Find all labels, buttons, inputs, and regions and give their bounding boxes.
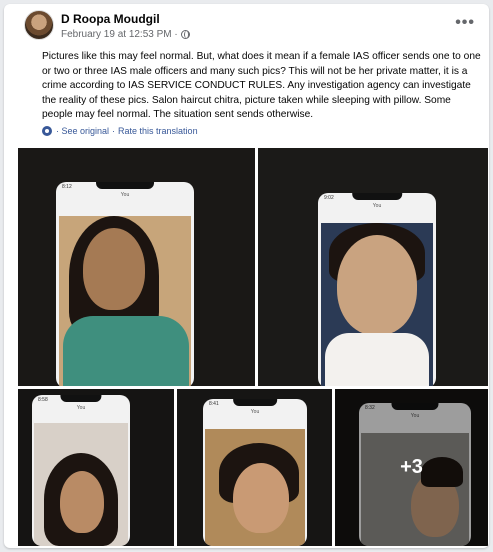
phone-screen: 8:12 You: [56, 182, 194, 386]
photo-scene: [321, 223, 433, 386]
photo-grid: 8:12 You 9:02 You 8:58 You 8:41 You 8:32…: [18, 148, 488, 546]
chat-title: You: [120, 192, 130, 198]
post-text: Pictures like this may feel normal. But,…: [42, 51, 481, 120]
face: [233, 463, 289, 533]
post-card: D Roopa Moudgil February 19 at 12:53 PM …: [4, 4, 489, 548]
face: [60, 471, 104, 533]
phone-time: 8:41: [209, 401, 219, 407]
gear-icon: [42, 126, 52, 136]
phone-time: 9:02: [324, 195, 334, 201]
phone-screen: 9:02 You: [318, 193, 436, 386]
phone-notch: [60, 395, 102, 402]
photo-1[interactable]: 8:12 You: [18, 148, 255, 386]
rate-translation-link[interactable]: Rate this translation: [118, 126, 198, 136]
phone-notch: [96, 182, 154, 189]
separator-dot: ·: [112, 126, 116, 136]
more-photos-overlay[interactable]: +3: [335, 389, 488, 546]
phone-time: 8:12: [62, 184, 72, 190]
phone-notch: [352, 193, 402, 200]
avatar[interactable]: [24, 10, 54, 40]
author-name[interactable]: D Roopa Moudgil: [61, 12, 160, 26]
post-header: D Roopa Moudgil February 19 at 12:53 PM …: [4, 4, 489, 48]
photo-scene: [59, 216, 191, 386]
photo-4[interactable]: 8:41 You: [177, 389, 332, 546]
phone-screen: 8:58 You: [32, 395, 130, 546]
face: [83, 228, 145, 310]
post-timestamp[interactable]: February 19 at 12:53 PM ·: [61, 29, 178, 40]
phone-time: 8:58: [38, 397, 48, 403]
more-options-button[interactable]: •••: [455, 14, 475, 32]
photo-scene: [34, 423, 128, 546]
shirt: [63, 316, 189, 386]
phone-notch: [233, 399, 277, 406]
photo-2[interactable]: 9:02 You: [258, 148, 488, 386]
face: [337, 235, 417, 335]
photo-3[interactable]: 8:58 You: [18, 389, 174, 546]
translation-bar: · See original · Rate this translation: [42, 126, 198, 136]
globe-icon: [180, 30, 190, 39]
see-original-link[interactable]: · See original: [56, 126, 109, 136]
chat-title: You: [250, 409, 260, 415]
shirt: [325, 333, 429, 386]
post-meta: February 19 at 12:53 PM ·: [61, 29, 190, 40]
photo-5[interactable]: 8:32 You +3: [335, 389, 488, 546]
chat-title: You: [76, 405, 86, 411]
phone-screen: 8:41 You: [203, 399, 307, 546]
chat-title: You: [372, 203, 382, 209]
photo-scene: [205, 429, 305, 546]
